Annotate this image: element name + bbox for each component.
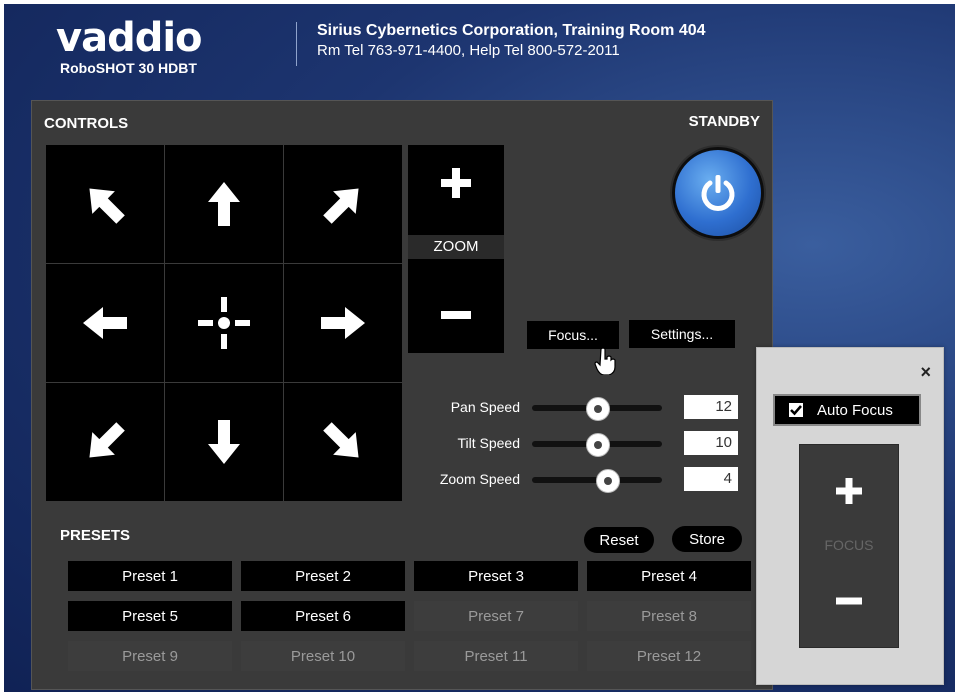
slider-thumb[interactable] bbox=[586, 433, 610, 457]
pan-up-right-button[interactable] bbox=[284, 145, 402, 263]
arrow-left-icon bbox=[83, 307, 127, 339]
zoom-speed-value[interactable]: 4 bbox=[684, 467, 738, 491]
hand-cursor-icon bbox=[594, 347, 616, 375]
power-icon bbox=[701, 175, 735, 211]
pan-speed-value[interactable]: 12 bbox=[684, 395, 738, 419]
close-icon[interactable]: × bbox=[920, 362, 931, 383]
focus-button[interactable]: Focus... bbox=[527, 321, 619, 349]
room-info: Sirius Cybernetics Corporation, Training… bbox=[317, 22, 706, 59]
reset-button[interactable]: Reset bbox=[584, 527, 654, 553]
preset-9-button[interactable]: Preset 9 bbox=[68, 641, 232, 671]
arrow-right-icon bbox=[321, 307, 365, 339]
pan-tilt-pad bbox=[46, 145, 402, 501]
arrow-down-icon bbox=[208, 420, 240, 464]
pan-left-button[interactable] bbox=[46, 264, 164, 382]
preset-6-button[interactable]: Preset 6 bbox=[241, 601, 405, 631]
pan-right-button[interactable] bbox=[284, 264, 402, 382]
preset-2-button[interactable]: Preset 2 bbox=[241, 561, 405, 591]
focus-far-button[interactable] bbox=[800, 571, 898, 631]
zoom-speed-label: Zoom Speed bbox=[439, 471, 520, 487]
preset-1-button[interactable]: Preset 1 bbox=[68, 561, 232, 591]
crosshair-icon bbox=[198, 297, 250, 349]
zoom-out-button[interactable] bbox=[408, 277, 504, 353]
room-phones: Rm Tel 763-971-4400, Help Tel 800-572-20… bbox=[317, 42, 620, 59]
minus-icon bbox=[441, 311, 471, 319]
standby-button[interactable] bbox=[672, 147, 764, 239]
auto-focus-checkbox[interactable] bbox=[789, 403, 803, 417]
pan-speed-slider[interactable] bbox=[532, 397, 662, 421]
home-button[interactable] bbox=[165, 264, 283, 382]
arrow-down-right-icon bbox=[323, 422, 359, 458]
zoom-speed-slider[interactable] bbox=[532, 469, 662, 493]
tilt-up-button[interactable] bbox=[165, 145, 283, 263]
slider-thumb[interactable] bbox=[596, 469, 621, 493]
pan-speed-label: Pan Speed bbox=[450, 399, 520, 415]
settings-button[interactable]: Settings... bbox=[629, 320, 735, 348]
focus-control: FOCUS bbox=[799, 444, 899, 648]
focus-popup: × Auto Focus FOCUS bbox=[756, 347, 944, 685]
zoom-in-button[interactable] bbox=[408, 145, 504, 221]
vaddio-logo: vaddio RoboSHOT 30 HDBT bbox=[56, 15, 203, 76]
plus-icon bbox=[441, 168, 471, 198]
preset-3-button[interactable]: Preset 3 bbox=[414, 561, 578, 591]
store-button[interactable]: Store bbox=[672, 526, 742, 552]
preset-11-button[interactable]: Preset 11 bbox=[414, 641, 578, 671]
auto-focus-label: Auto Focus bbox=[817, 401, 893, 419]
pan-speed-row: Pan Speed 12 bbox=[412, 395, 742, 421]
camera-model: RoboSHOT 30 HDBT bbox=[60, 60, 197, 76]
plus-icon bbox=[836, 478, 862, 504]
arrow-up-left-icon bbox=[89, 188, 125, 224]
tilt-speed-value[interactable]: 10 bbox=[684, 431, 738, 455]
preset-7-button[interactable]: Preset 7 bbox=[414, 601, 578, 631]
tilt-down-button[interactable] bbox=[165, 383, 283, 501]
pan-down-right-button[interactable] bbox=[284, 383, 402, 501]
presets-title: PRESETS bbox=[60, 527, 131, 544]
controls-title: CONTROLS bbox=[44, 115, 129, 132]
preset-5-button[interactable]: Preset 5 bbox=[68, 601, 232, 631]
pan-down-left-button[interactable] bbox=[46, 383, 164, 501]
tilt-speed-row: Tilt Speed 10 bbox=[412, 431, 742, 457]
preset-4-button[interactable]: Preset 4 bbox=[587, 561, 751, 591]
focus-label: FOCUS bbox=[824, 537, 874, 553]
preset-10-button[interactable]: Preset 10 bbox=[241, 641, 405, 671]
tilt-speed-slider[interactable] bbox=[532, 433, 662, 457]
checkmark-icon bbox=[790, 405, 802, 416]
camera-web-ui: vaddio RoboSHOT 30 HDBT Sirius Cyberneti… bbox=[4, 4, 955, 692]
minus-icon bbox=[836, 597, 862, 605]
room-location: Sirius Cybernetics Corporation, Training… bbox=[317, 22, 706, 39]
auto-focus-toggle[interactable]: Auto Focus bbox=[773, 394, 921, 426]
preset-8-button[interactable]: Preset 8 bbox=[587, 601, 751, 631]
arrow-up-right-icon bbox=[323, 188, 359, 224]
tilt-speed-label: Tilt Speed bbox=[457, 435, 520, 451]
focus-near-button[interactable] bbox=[800, 461, 898, 521]
controls-panel: CONTROLS STANDBY ZOOM Focus... Settings.… bbox=[31, 100, 773, 690]
arrow-down-left-icon bbox=[89, 422, 125, 458]
logo-wordmark: vaddio bbox=[56, 15, 203, 61]
header-divider bbox=[296, 22, 297, 66]
zoom-speed-row: Zoom Speed 4 bbox=[412, 467, 742, 493]
standby-title: STANDBY bbox=[688, 113, 760, 130]
zoom-label: ZOOM bbox=[408, 235, 504, 259]
slider-thumb[interactable] bbox=[586, 397, 610, 421]
arrow-up-icon bbox=[208, 182, 240, 226]
pan-up-left-button[interactable] bbox=[46, 145, 164, 263]
zoom-control: ZOOM bbox=[408, 145, 504, 353]
preset-12-button[interactable]: Preset 12 bbox=[587, 641, 751, 671]
